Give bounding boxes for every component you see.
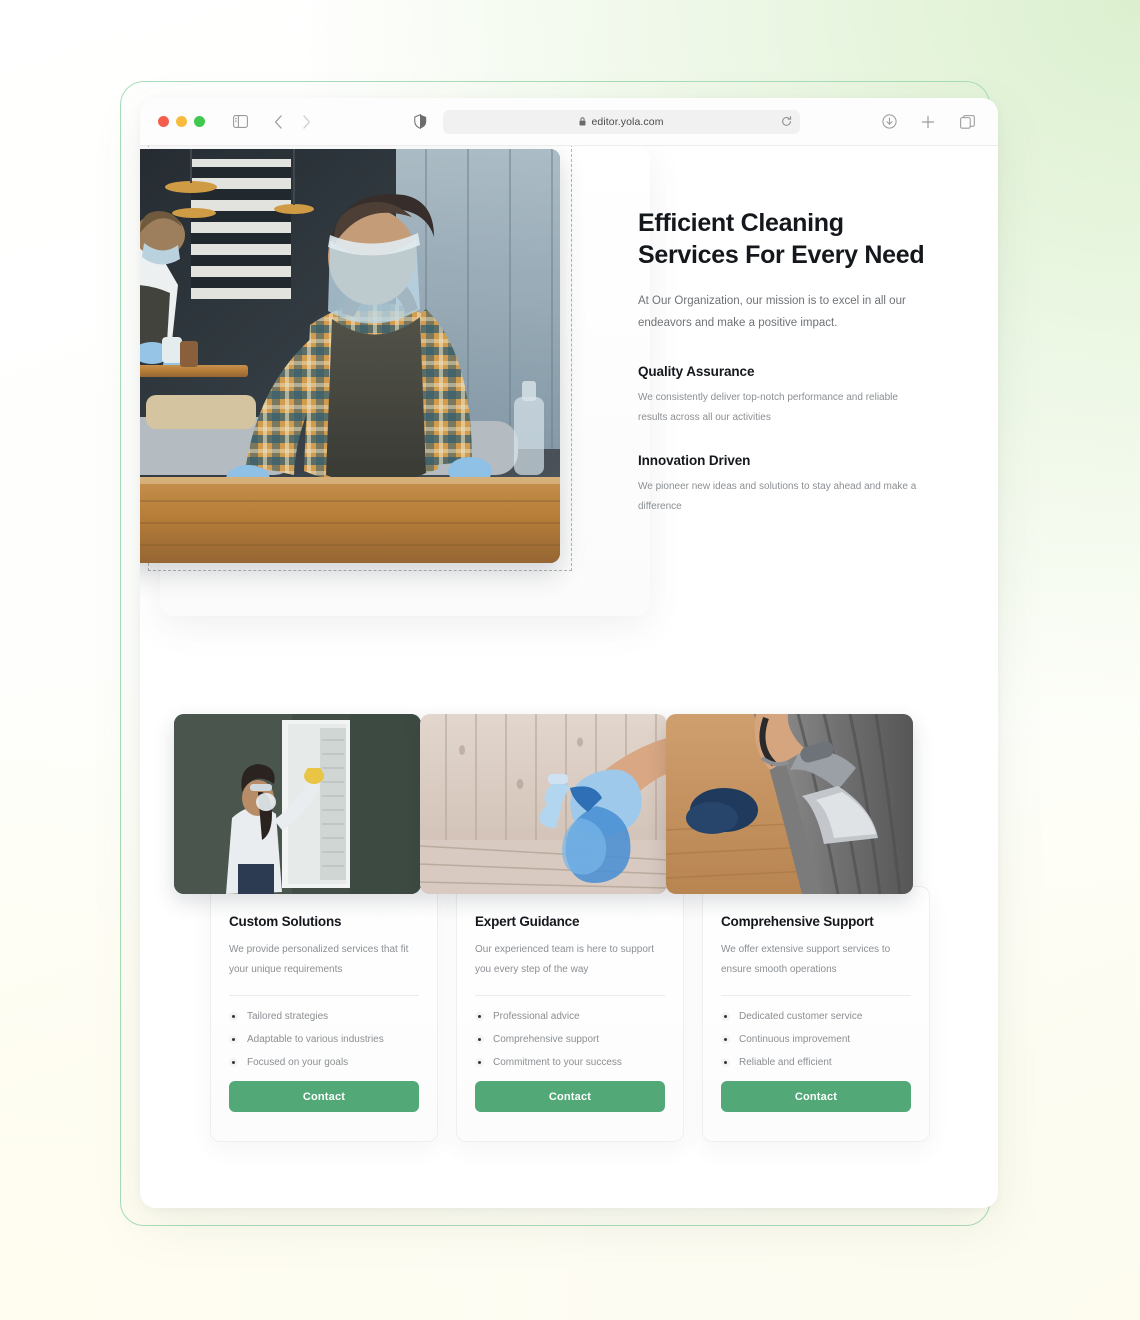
list-item: Comprehensive support — [475, 1034, 665, 1045]
hero-subtitle: At Our Organization, our mission is to e… — [638, 294, 906, 329]
card-description: Our experienced team is here to support … — [475, 944, 654, 975]
traffic-lights — [158, 116, 205, 127]
sidebar-toggle-icon[interactable] — [229, 111, 251, 133]
list-item: Reliable and efficient — [721, 1057, 911, 1068]
feature-quality-assurance: Quality Assurance We consistently delive… — [638, 364, 928, 427]
feature-title: Quality Assurance — [638, 364, 755, 380]
card-divider — [229, 995, 419, 996]
page-title: Efficient Cleaning Services For Every Ne… — [638, 208, 928, 272]
list-item: Adaptable to various industries — [229, 1034, 419, 1045]
reload-icon[interactable] — [781, 116, 792, 127]
bullet-icon — [475, 1012, 484, 1021]
list-item-label: Focused on your goals — [247, 1057, 349, 1068]
hero-section: Efficient Cleaning Services For Every Ne… — [140, 146, 998, 646]
bullet-icon — [475, 1035, 484, 1044]
list-item: Focused on your goals — [229, 1057, 419, 1068]
list-item-label: Comprehensive support — [493, 1034, 600, 1045]
bullet-icon — [229, 1012, 238, 1021]
downloads-icon[interactable] — [878, 111, 900, 133]
card-image[interactable] — [420, 714, 667, 894]
card-description: We provide personalized services that fi… — [229, 944, 409, 975]
privacy-shield-icon[interactable] — [409, 111, 431, 133]
card-feature-list: Dedicated customer service Continuous im… — [721, 1011, 911, 1068]
url-text: editor.yola.com — [591, 115, 664, 128]
card-content: Comprehensive Support We offer extensive… — [721, 914, 911, 1112]
bullet-icon — [721, 1058, 730, 1067]
list-item: Dedicated customer service — [721, 1011, 911, 1022]
card-content: Custom Solutions We provide personalized… — [229, 914, 419, 1112]
card-divider — [475, 995, 665, 996]
address-bar[interactable]: editor.yola.com — [443, 109, 800, 134]
close-window-dot[interactable] — [158, 116, 169, 127]
page-canvas: Efficient Cleaning Services For Every Ne… — [140, 146, 998, 1208]
bullet-icon — [475, 1058, 484, 1067]
plus-icon[interactable] — [917, 111, 939, 133]
list-item: Tailored strategies — [229, 1011, 419, 1022]
contact-button[interactable]: Contact — [229, 1081, 419, 1112]
zoom-window-dot[interactable] — [194, 116, 205, 127]
bullet-icon — [721, 1035, 730, 1044]
address-bar-content: editor.yola.com — [443, 116, 800, 128]
list-item: Continuous improvement — [721, 1034, 911, 1045]
forward-arrow-icon[interactable] — [295, 111, 317, 133]
bullet-icon — [721, 1012, 730, 1021]
card-feature-list: Tailored strategies Adaptable to various… — [229, 1011, 419, 1068]
feature-title: Innovation Driven — [638, 453, 751, 469]
card-title: Custom Solutions — [229, 914, 342, 929]
card-description: We offer extensive support services to e… — [721, 944, 891, 975]
lock-icon — [579, 117, 586, 126]
services-cards-section: Custom Solutions We provide personalized… — [174, 706, 964, 1146]
card-divider — [721, 995, 911, 996]
list-item-label: Reliable and efficient — [739, 1057, 832, 1068]
back-arrow-icon[interactable] — [267, 111, 289, 133]
bullet-icon — [229, 1058, 238, 1067]
card-title: Expert Guidance — [475, 914, 580, 929]
feature-body: We pioneer new ideas and solutions to st… — [638, 481, 917, 512]
hero-title-line1: Efficient Cleaning — [638, 209, 844, 237]
service-card-custom-solutions: Custom Solutions We provide personalized… — [174, 706, 438, 1146]
feature-body: We consistently deliver top-notch perfor… — [638, 392, 898, 423]
hero-image[interactable] — [140, 149, 560, 563]
list-item-label: Adaptable to various industries — [247, 1034, 384, 1045]
card-image[interactable] — [666, 714, 913, 894]
navigation-arrows — [267, 111, 317, 133]
card-content: Expert Guidance Our experienced team is … — [475, 914, 665, 1112]
service-card-expert-guidance: Expert Guidance Our experienced team is … — [420, 706, 684, 1146]
tab-overview-icon[interactable] — [956, 111, 978, 133]
list-item-label: Continuous improvement — [739, 1034, 851, 1045]
service-card-comprehensive-support: Comprehensive Support We offer extensive… — [666, 706, 930, 1146]
card-title: Comprehensive Support — [721, 914, 874, 929]
contact-button[interactable]: Contact — [721, 1081, 911, 1112]
hero-title-line2: Services For Every Need — [638, 240, 925, 269]
contact-button[interactable]: Contact — [475, 1081, 665, 1112]
toolbar-right-actions — [878, 111, 982, 133]
feature-innovation-driven: Innovation Driven We pioneer new ideas a… — [638, 453, 928, 516]
list-item-label: Professional advice — [493, 1011, 580, 1022]
list-item-label: Tailored strategies — [247, 1011, 329, 1022]
minimize-window-dot[interactable] — [176, 116, 187, 127]
card-feature-list: Professional advice Comprehensive suppor… — [475, 1011, 665, 1068]
list-item: Commitment to your success — [475, 1057, 665, 1068]
list-item: Professional advice — [475, 1011, 665, 1022]
browser-toolbar: editor.yola.com — [140, 98, 998, 146]
list-item-label: Dedicated customer service — [739, 1011, 863, 1022]
list-item-label: Commitment to your success — [493, 1057, 622, 1068]
browser-window: editor.yola.com Efficient Cleaning Servi… — [140, 98, 998, 1208]
hero-copy: Efficient Cleaning Services For Every Ne… — [638, 208, 928, 516]
bullet-icon — [229, 1035, 238, 1044]
card-image[interactable] — [174, 714, 421, 894]
